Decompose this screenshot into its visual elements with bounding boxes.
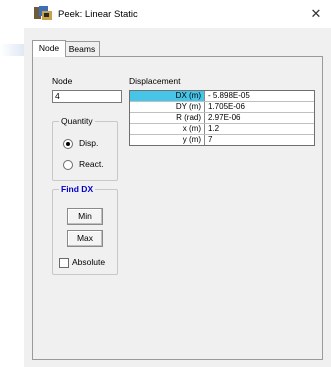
row-header-y[interactable]: y (m)	[130, 135, 205, 145]
app-icon	[34, 6, 52, 20]
title-bar: Peek: Linear Static ✕	[24, 0, 331, 28]
displacement-grid: DX (m) - 5.898E-05 DY (m) 1.705E-06 R (r…	[129, 90, 315, 146]
absolute-checkbox[interactable]	[59, 258, 69, 268]
absolute-label: Absolute	[72, 257, 106, 267]
find-group: Find DX Min Max Absolute	[52, 184, 118, 275]
radio-disp[interactable]	[63, 139, 73, 149]
radio-disp-label: Disp.	[79, 138, 99, 148]
peek-window: Peek: Linear Static ✕ Node Beams Node 4 …	[24, 0, 331, 367]
row-header-dy[interactable]: DY (m)	[130, 102, 205, 112]
node-label: Node	[52, 76, 73, 86]
radio-react-label: React.	[79, 159, 104, 169]
table-row[interactable]: y (m) 7	[130, 135, 314, 145]
table-row[interactable]: R (rad) 2.97E-06	[130, 113, 314, 124]
max-button[interactable]: Max	[67, 230, 103, 247]
radio-react[interactable]	[63, 160, 73, 170]
find-group-title: Find DX	[59, 184, 96, 194]
table-row[interactable]: DY (m) 1.705E-06	[130, 102, 314, 113]
row-header-dx[interactable]: DX (m)	[130, 91, 205, 101]
row-value: 1.705E-06	[208, 102, 245, 111]
row-header-r[interactable]: R (rad)	[130, 113, 205, 123]
table-row[interactable]: x (m) 1.2	[130, 124, 314, 135]
displacement-label: Displacement	[129, 76, 181, 86]
window-title: Peek: Linear Static	[58, 9, 138, 20]
row-value: - 5.898E-05	[208, 91, 250, 100]
row-value: 2.97E-06	[208, 113, 241, 122]
quantity-group-title: Quantity	[59, 116, 95, 126]
close-button[interactable]: ✕	[305, 4, 327, 24]
row-value: 1.2	[208, 124, 220, 133]
node-tab-panel: Node 4 Quantity Disp. React. Find DX Min…	[32, 56, 323, 360]
tab-beams[interactable]: Beams	[64, 41, 100, 56]
tab-node[interactable]: Node	[32, 40, 66, 57]
min-button[interactable]: Min	[67, 208, 103, 225]
row-header-x[interactable]: x (m)	[130, 124, 205, 134]
radio-selected-dot	[66, 142, 70, 146]
row-value: 7	[208, 135, 213, 144]
quantity-group: Quantity Disp. React.	[52, 116, 118, 181]
table-row[interactable]: DX (m) - 5.898E-05	[130, 91, 314, 102]
close-icon: ✕	[310, 6, 322, 21]
node-input[interactable]: 4	[52, 90, 122, 103]
